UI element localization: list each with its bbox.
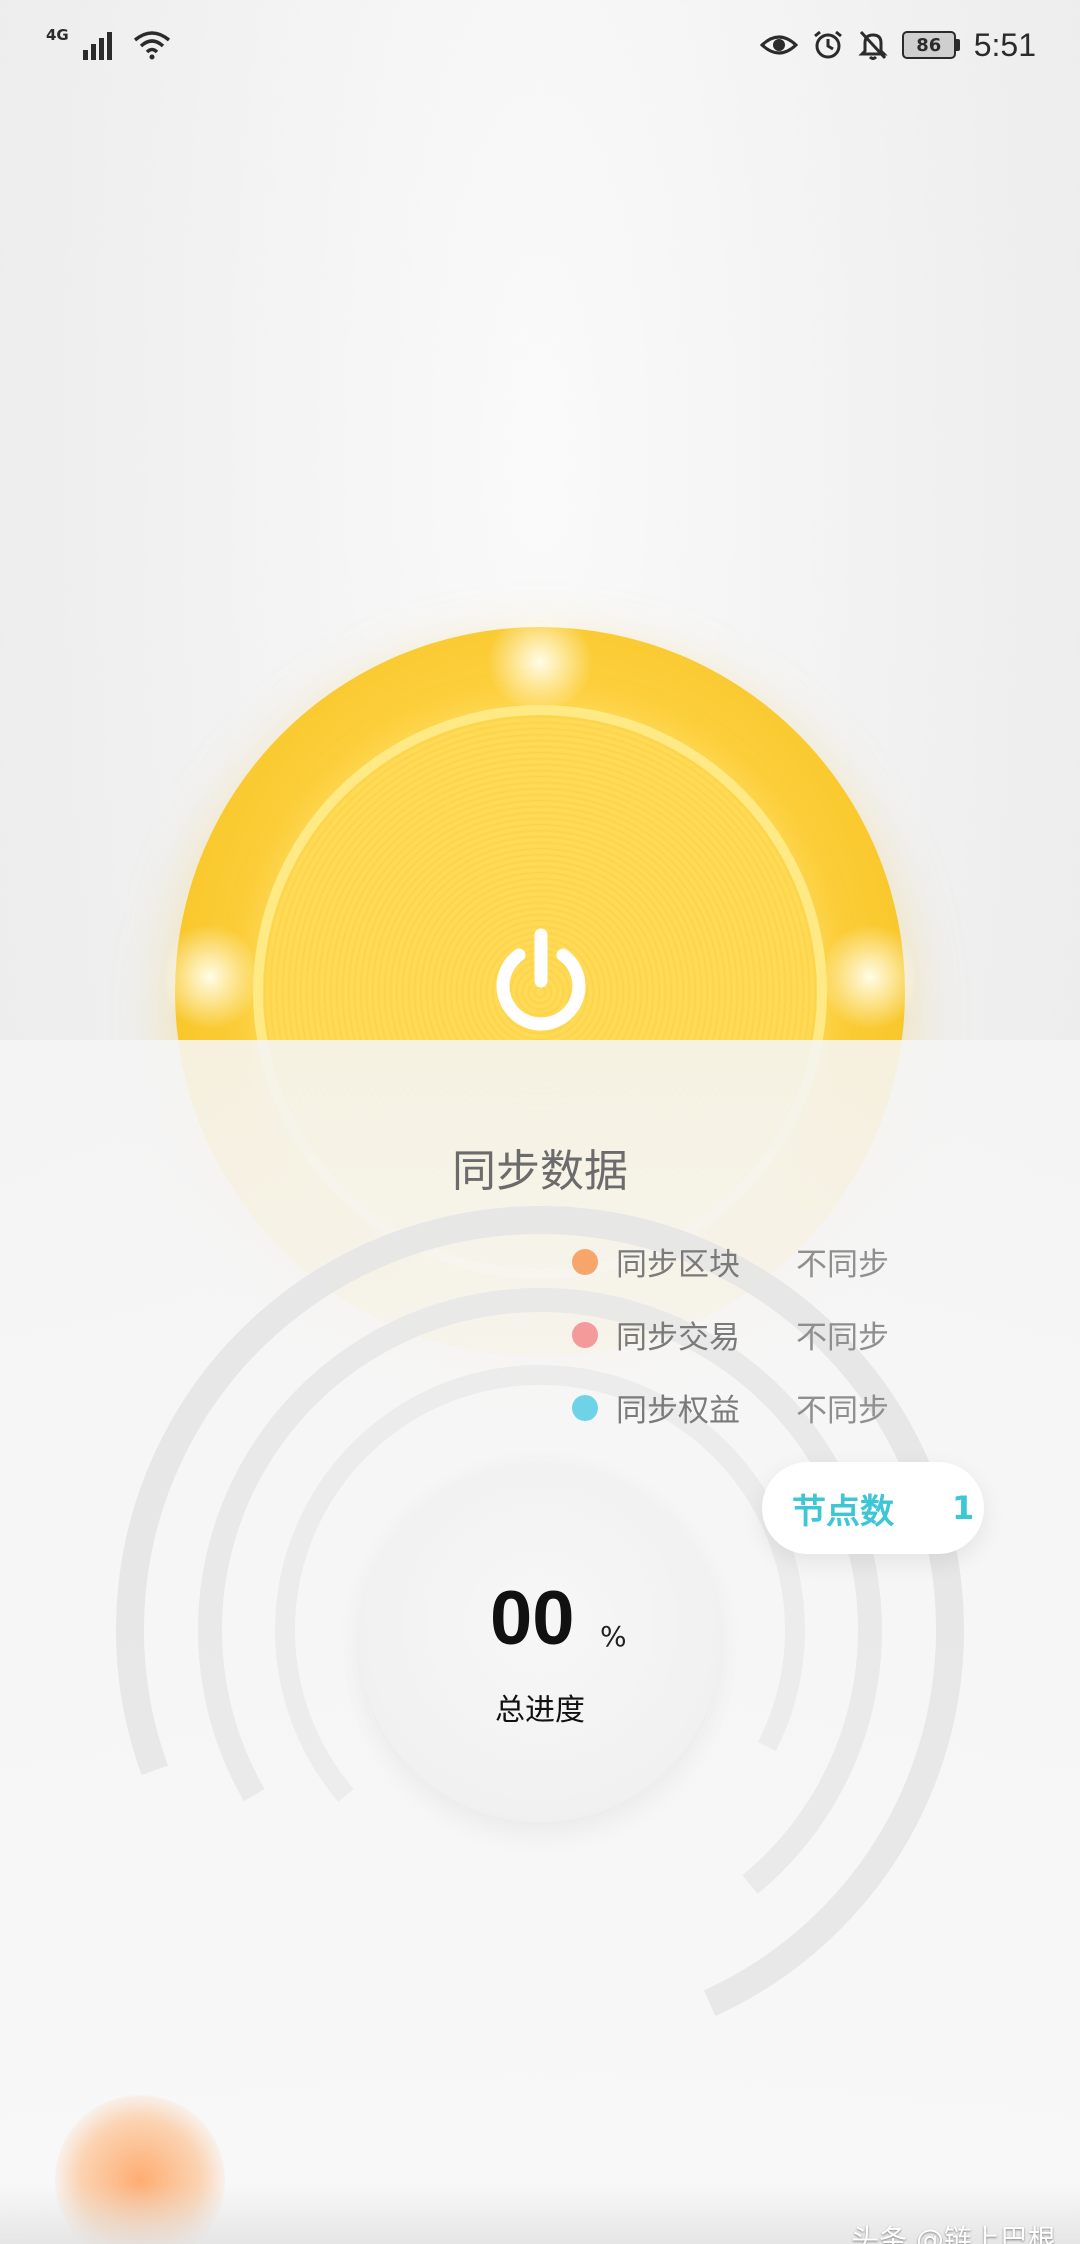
sync-label: 同步区块: [616, 1247, 740, 1283]
watermark-text: 头条 @链上巴根: [851, 2223, 1056, 2244]
sync-row-transactions[interactable]: 同步交易 不同步: [572, 1298, 932, 1371]
sync-row-equity[interactable]: 同步权益 不同步: [572, 1371, 932, 1444]
progress-label: 总进度: [495, 1693, 585, 1728]
battery-level: 86: [901, 31, 956, 59]
battery-indicator: 86: [901, 31, 960, 59]
sync-label: 同步交易: [616, 1320, 740, 1356]
sync-value: 不同步: [796, 1393, 889, 1429]
progress-value: 00: [490, 1576, 575, 1661]
status-dot: [572, 1248, 598, 1275]
coin-highlight-right: [825, 917, 915, 1037]
status-bar-left: 4G: [46, 26, 171, 60]
status-bar-right: 86 5:51: [759, 26, 1036, 64]
sync-data-title: 同步数据: [452, 1146, 628, 1197]
coin-highlight-left: [165, 917, 255, 1037]
battery-tip: [955, 39, 960, 51]
alarm-icon: [813, 30, 842, 59]
sync-value: 不同步: [796, 1247, 889, 1283]
coin-highlight-top: [480, 617, 600, 707]
node-count-badge[interactable]: 节点数 1: [762, 1462, 984, 1554]
power-icon: [496, 928, 586, 1031]
status-dot: [572, 1321, 598, 1348]
sync-value: 不同步: [796, 1320, 889, 1356]
bell-off-icon: [858, 30, 888, 60]
network-type-label: 4G: [46, 26, 69, 44]
signal-icon: [82, 32, 112, 60]
node-count-label: 节点数: [792, 1491, 894, 1532]
wifi-icon: [133, 31, 170, 60]
status-dot: [572, 1394, 598, 1421]
sync-label: 同步权益: [616, 1393, 740, 1429]
sync-list: 同步区块 不同步 同步交易 不同步 同步权益 不同步: [572, 1225, 932, 1444]
sync-row-blocks[interactable]: 同步区块 不同步: [572, 1225, 932, 1298]
status-bar: 4G 86 5:51: [0, 0, 1080, 90]
progress-unit: %: [600, 1620, 627, 1653]
node-count-value: 1: [952, 1489, 975, 1527]
eye-icon: [759, 35, 798, 55]
status-clock: 5:51: [973, 26, 1036, 63]
